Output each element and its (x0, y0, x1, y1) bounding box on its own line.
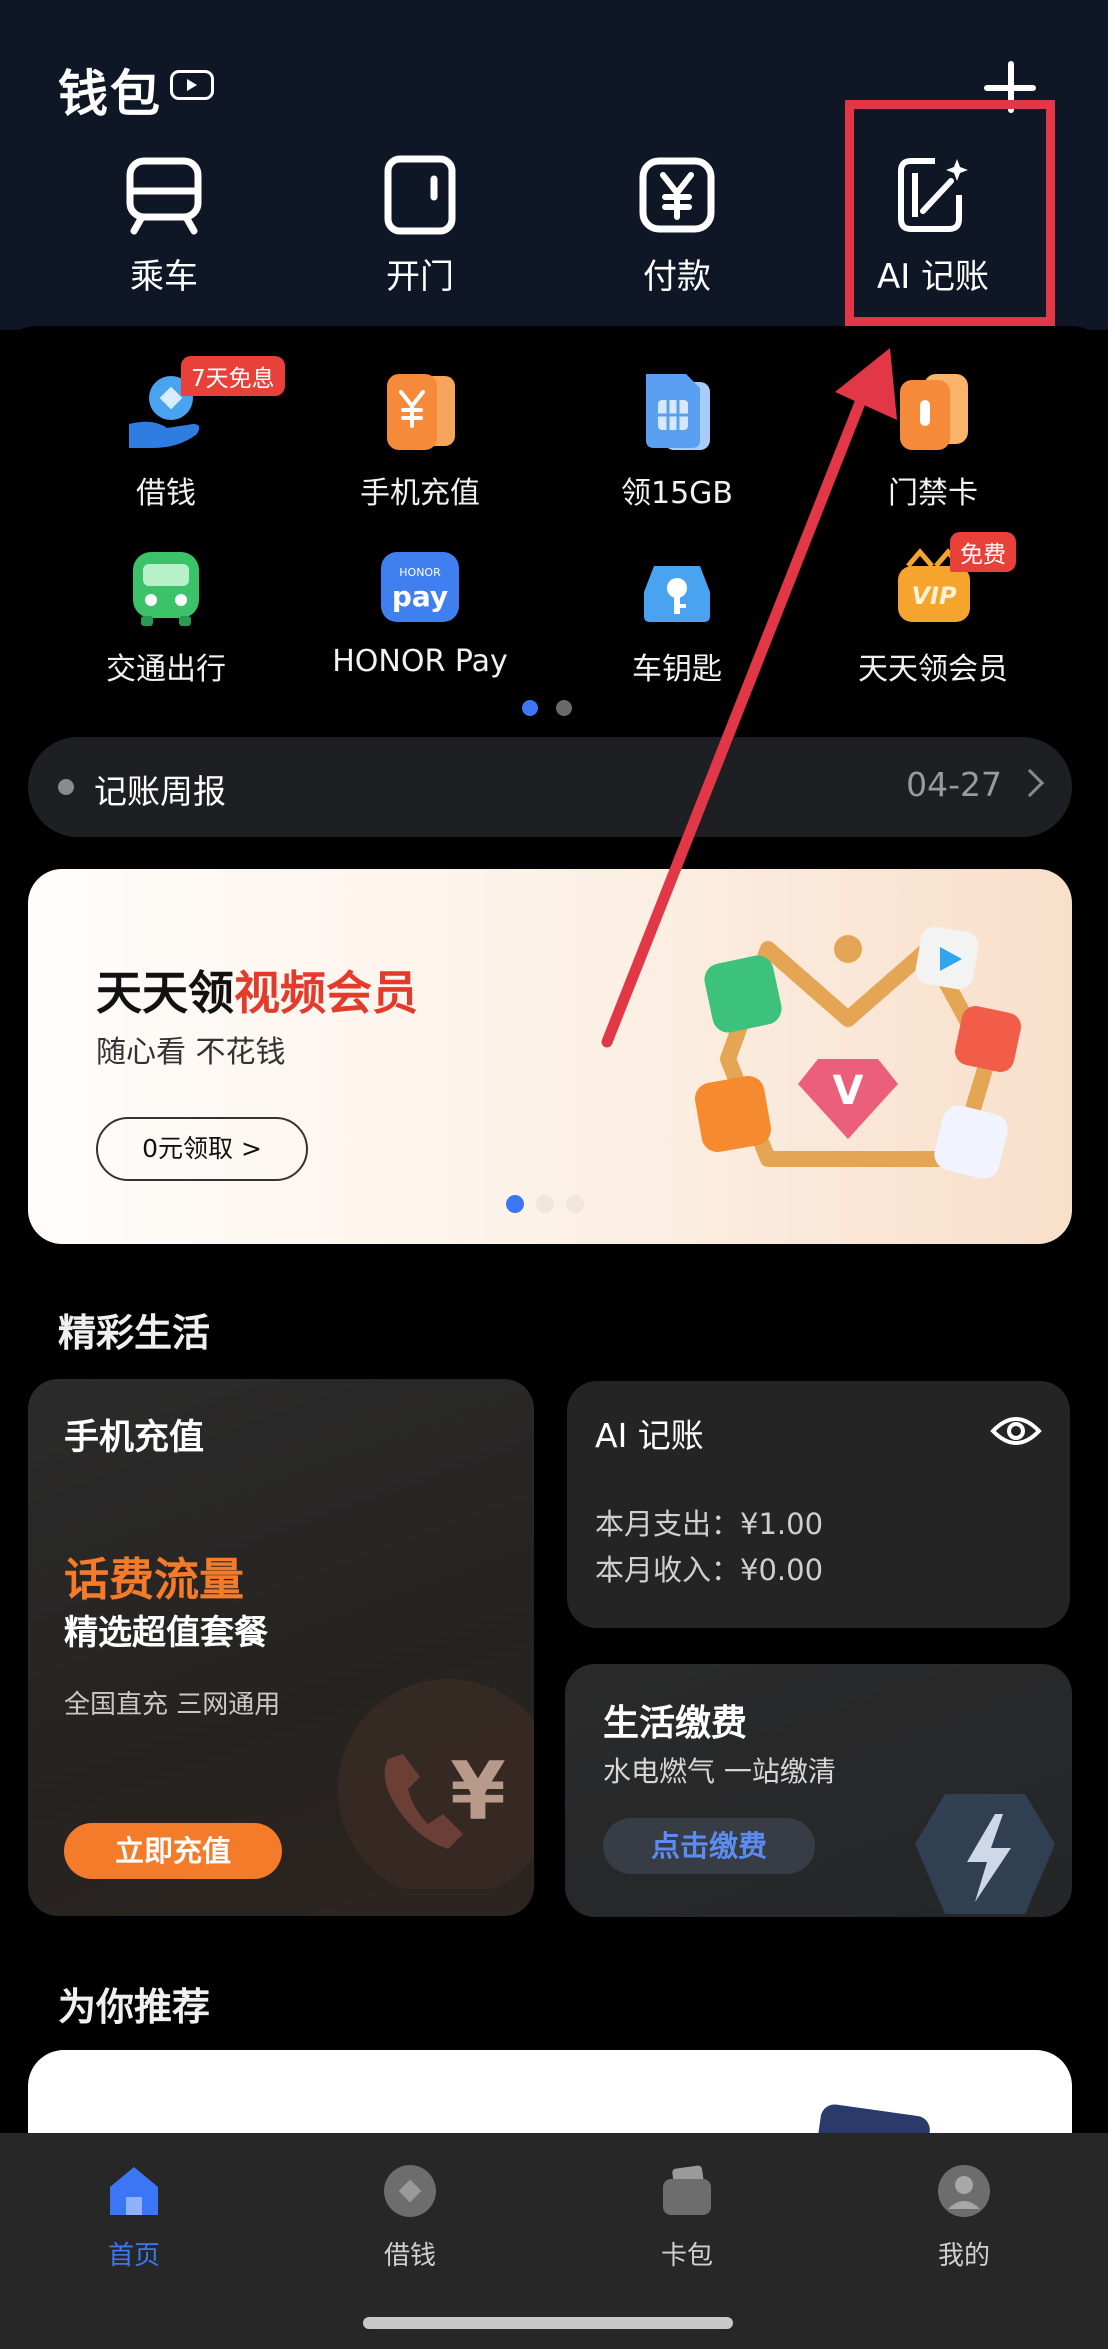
service-free-data[interactable]: 领15GB (567, 368, 787, 512)
loan-nav-icon (384, 2165, 436, 2217)
service-phone-recharge[interactable]: 手机充值 (310, 368, 530, 512)
promo-banner[interactable]: 天天领视频会员 随心看 不花钱 0元领取 > V (28, 869, 1072, 1244)
service-label: 手机充值 (360, 476, 480, 511)
nav-label: 卡包 (660, 2241, 713, 2271)
service-loan[interactable]: 7天免息 借钱 (56, 356, 285, 512)
wallet-header: 钱包 乘车 开门 付款 AI 记账 (0, 0, 1108, 330)
banner-indicator-active (506, 1195, 524, 1213)
quick-action-ride[interactable]: 乘车 (74, 155, 254, 298)
page-indicator-active (522, 700, 538, 716)
banner-title: 天天领视频会员 (96, 957, 418, 1023)
banner-subtitle: 随心看 不花钱 (96, 1035, 286, 1070)
service-label: 门禁卡 (888, 476, 978, 511)
service-label: 交通出行 (106, 652, 226, 687)
service-honor-pay[interactable]: HONOR pay HONOR Pay (310, 544, 530, 679)
nav-label: 借钱 (383, 2241, 436, 2271)
annotation-highlight-box (845, 100, 1055, 326)
bus-icon (126, 157, 202, 235)
nav-loan[interactable]: 借钱 (330, 2163, 490, 2272)
phone-yuan-icon: ¥ (338, 1679, 534, 1889)
service-label: HONOR Pay (332, 644, 508, 679)
weekly-report-bar[interactable]: 记账周报 04-27 (28, 737, 1072, 837)
crown-illustration: V (694, 926, 1021, 1179)
card-subtitle: 水电燃气 一站缴清 (603, 1755, 836, 1788)
svg-text:VIP: VIP (911, 582, 957, 610)
card-title: 手机充值 (64, 1418, 205, 1458)
door-icon (384, 155, 456, 235)
banner-indicator (536, 1195, 554, 1213)
service-daily-vip[interactable]: VIP 免费 天天领会员 (823, 532, 1043, 688)
quick-action-label: 开门 (386, 257, 454, 297)
service-access-card[interactable]: 门禁卡 (823, 368, 1043, 512)
claim-button[interactable]: 0元领取 > (96, 1117, 308, 1181)
quick-action-label: 乘车 (130, 257, 198, 297)
bullet-icon (58, 779, 74, 795)
report-date: 04-27 (906, 765, 1002, 804)
section-title-recommend: 为你推荐 (58, 1985, 211, 2029)
banner-title-black: 天天领 (96, 966, 234, 1020)
service-label: 借钱 (136, 476, 196, 511)
service-label: 天天领会员 (858, 652, 1008, 687)
card-subtitle: 精选超值套餐 (64, 1613, 268, 1653)
home-indicator (363, 2317, 733, 2329)
card-title: AI 记账 (595, 1416, 704, 1455)
recharge-now-button[interactable]: 立即充值 (64, 1823, 282, 1879)
monthly-expense: 本月支出：¥1.00 (595, 1507, 824, 1541)
service-transit[interactable]: 交通出行 (56, 544, 276, 688)
service-label: 车钥匙 (632, 652, 722, 687)
nav-cards[interactable]: 卡包 (607, 2163, 767, 2272)
svg-text:HONOR: HONOR (399, 566, 441, 579)
home-icon (110, 2167, 158, 2215)
yuan-icon (639, 157, 715, 233)
phone-recharge-icon (387, 374, 455, 450)
svg-text:pay: pay (392, 580, 448, 613)
page-title: 钱包 (58, 65, 162, 123)
page-indicator (556, 700, 572, 716)
avatar-icon (938, 2165, 990, 2217)
service-car-key[interactable]: 车钥匙 (567, 544, 787, 688)
banner-title-red: 视频会员 (234, 966, 418, 1020)
access-card-icon (900, 374, 968, 450)
ai-ledger-card[interactable]: AI 记账 本月支出：¥1.00 本月收入：¥0.00 (567, 1381, 1070, 1628)
lightning-icon (915, 1794, 1055, 1914)
wallet-nav-icon (663, 2165, 711, 2215)
sim-card-icon (646, 374, 710, 450)
card-note: 全国直充 三网通用 (64, 1690, 281, 1720)
nav-label: 首页 (107, 2241, 160, 2271)
wallet-screen: 钱包 乘车 开门 付款 AI 记账 7天免息 借钱 手机充值 领15GB 门禁卡… (0, 0, 1108, 2349)
card-highlight: 话费流量 (64, 1553, 245, 1606)
banner-indicator (566, 1195, 584, 1213)
chevron-right-icon (1015, 768, 1045, 798)
svg-text:V: V (833, 1068, 864, 1114)
nav-label: 我的 (937, 2241, 990, 2271)
quick-action-door[interactable]: 开门 (330, 155, 510, 298)
wallet-switch-icon[interactable] (170, 70, 214, 100)
car-key-icon (644, 566, 710, 622)
monthly-income: 本月收入：¥0.00 (595, 1553, 824, 1587)
pay-bills-button[interactable]: 点击缴费 (603, 1818, 815, 1874)
nav-home[interactable]: 首页 (54, 2163, 214, 2272)
quick-action-pay[interactable]: 付款 (587, 155, 767, 298)
recharge-card[interactable]: 手机充值 话费流量 精选超值套餐 全国直充 三网通用 立即充值 ¥ (28, 1379, 534, 1916)
promo-tag: 7天免息 (181, 356, 285, 396)
service-label: 领15GB (620, 476, 733, 511)
nav-profile[interactable]: 我的 (884, 2163, 1044, 2272)
report-title: 记账周报 (94, 772, 226, 811)
promo-tag: 免费 (950, 532, 1016, 572)
eye-icon[interactable] (990, 1411, 1042, 1451)
utility-bills-card[interactable]: 生活缴费 水电燃气 一站缴清 点击缴费 (565, 1664, 1072, 1917)
honor-pay-icon: HONOR pay (381, 552, 459, 622)
transit-icon (133, 552, 199, 626)
card-title: 生活缴费 (603, 1703, 748, 1744)
edge-strip (1108, 0, 1115, 2349)
svg-text:¥: ¥ (450, 1745, 506, 1838)
quick-action-label: 付款 (643, 257, 711, 297)
section-title-life: 精彩生活 (58, 1311, 211, 1355)
